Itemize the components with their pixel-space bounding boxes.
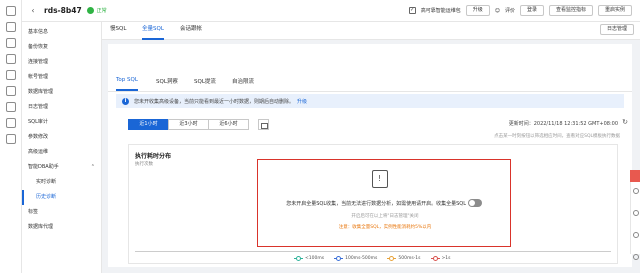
info-icon: i bbox=[122, 97, 129, 105]
tab-session-tracking[interactable]: 会话跟帐 bbox=[180, 22, 202, 40]
diagnosis-tabs: 慢SQL 全量SQL 会话跟帐 日志管理 bbox=[102, 22, 640, 40]
server-icon[interactable] bbox=[5, 54, 16, 64]
legend-marker bbox=[294, 256, 303, 261]
enable-full-sql-popup: 您未开启全量SQL收集，当前无法进行数据分析，如需使用请开启。收集全量SQL 开… bbox=[257, 159, 511, 247]
popup-note: 开启后可在以上将"日志管理"关闭 bbox=[351, 214, 419, 219]
login-button[interactable]: 登录 bbox=[519, 5, 544, 16]
rating-link[interactable]: 评价 bbox=[505, 7, 515, 14]
instance-header: ‹ rds-8b47 正常 ✓ 高可靠智能运维包 升级 ☺ 评价 登录 查看监控… bbox=[22, 0, 640, 22]
sidebar-item-dba-assistant[interactable]: 智能DBA助手 ⌃ bbox=[22, 160, 101, 175]
tab-auto-throttle[interactable]: 自治限流 bbox=[232, 77, 254, 91]
feedback-tab[interactable] bbox=[630, 170, 640, 182]
tab-sql-flow[interactable]: SQL提流 bbox=[194, 77, 216, 91]
notice-upgrade-link[interactable]: 升级 bbox=[297, 98, 307, 105]
smile-icon[interactable]: ☺ bbox=[495, 8, 500, 14]
network-icon[interactable] bbox=[5, 70, 16, 80]
sidebar-item-sql-audit[interactable]: SQL审计 bbox=[22, 115, 101, 130]
instance-name: rds-8b47 bbox=[44, 6, 82, 15]
refresh-icon[interactable]: ↻ bbox=[622, 118, 628, 126]
database-icon[interactable] bbox=[5, 38, 16, 48]
update-time: 更新时间：2022/11/18 12:31:52 GMT+08:00 bbox=[508, 121, 618, 127]
chevron-up-icon: ⌃ bbox=[90, 164, 95, 170]
app-window: ‹ rds-8b47 正常 ✓ 高可靠智能运维包 升级 ☺ 评价 登录 查看监控… bbox=[0, 0, 640, 273]
upgrade-notice: i 您未开收集高级设备，当前只能看到最近一小时数据，则期后自动删除。 升级 bbox=[116, 94, 624, 108]
instance-sidebar: 基本信息 备份恢复 连接管理 帐号管理 数据库管理 日志管理 SQL审计 参数修… bbox=[22, 22, 102, 273]
header-actions: ✓ 高可靠智能运维包 升级 ☺ 评价 登录 查看监控指标 重启实例 bbox=[408, 5, 632, 16]
sidebar-item-label: 智能DBA助手 bbox=[28, 164, 59, 170]
reliability-pack-checkbox[interactable]: ✓ bbox=[408, 7, 416, 14]
tab-top-sql[interactable]: Top SQL bbox=[116, 77, 138, 91]
latency-distribution-panel: 执行耗时分布 执行次数 您未开启全量SQL收集，当前无法进行数据分析，如需使用请… bbox=[128, 144, 618, 264]
range-1h-button[interactable]: 近1小时 bbox=[128, 119, 169, 130]
instance-status: 正常 bbox=[96, 8, 107, 14]
legend-item[interactable]: 500ms-1s bbox=[387, 256, 421, 261]
full-sql-card: Top SQL SQL洞察 SQL提流 自治限流 i 您未开收集高级设备，当前只… bbox=[108, 44, 632, 267]
global-nav-rail bbox=[0, 0, 22, 273]
view-monitor-button[interactable]: 查看监控指标 bbox=[548, 5, 593, 16]
sidebar-item-advanced-ops[interactable]: 高级运维 bbox=[22, 145, 101, 160]
tab-slow-sql[interactable]: 慢SQL bbox=[110, 22, 126, 40]
help-icon[interactable] bbox=[632, 188, 639, 194]
legend-label: >1s bbox=[441, 256, 451, 261]
storage-icon[interactable] bbox=[5, 86, 16, 96]
legend-label: 100ms-500ms bbox=[345, 256, 378, 261]
legend-marker bbox=[334, 256, 344, 261]
legend-marker bbox=[387, 256, 397, 261]
time-range-selector: 近1小时 近3小时 近6小时 bbox=[128, 119, 249, 130]
legend-label: 500ms-1s bbox=[398, 256, 421, 261]
main-content: 慢SQL 全量SQL 会话跟帐 日志管理 Top SQL SQL洞察 SQL提流… bbox=[102, 22, 640, 273]
chart-legend: <100ms 100ms-500ms 500ms-1s >1s bbox=[294, 256, 451, 261]
legend-item[interactable]: <100ms bbox=[294, 256, 324, 261]
range-hint: 点击某一时刻按钮以筛选相应时间，查看对应SQL模板执行数据 bbox=[494, 134, 620, 139]
top-icon[interactable] bbox=[632, 254, 639, 260]
chart-title: 执行耗时分布 bbox=[135, 153, 172, 160]
range-3h-button[interactable]: 近3小时 bbox=[168, 119, 209, 130]
floating-toolbar bbox=[630, 170, 640, 260]
sidebar-item-databases[interactable]: 数据库管理 bbox=[22, 85, 101, 100]
legend-item[interactable]: >1s bbox=[430, 256, 451, 261]
sidebar-item-logs[interactable]: 日志管理 bbox=[22, 100, 101, 115]
back-arrow-icon[interactable]: ‹ bbox=[28, 6, 38, 15]
sidebar-item-connection[interactable]: 连接管理 bbox=[22, 55, 101, 70]
document-alert-icon bbox=[372, 170, 388, 188]
sidebar-item-tags[interactable]: 标签 bbox=[22, 205, 101, 220]
service-list-icon[interactable] bbox=[5, 22, 16, 32]
sidebar-item-basic-info[interactable]: 基本信息 bbox=[22, 25, 101, 40]
home-icon[interactable] bbox=[5, 6, 16, 16]
security-icon[interactable] bbox=[5, 118, 16, 128]
sidebar-item-history-diagnosis[interactable]: 历史诊断 bbox=[22, 190, 101, 205]
popup-message: 您未开启全量SQL收集，当前无法进行数据分析，如需使用请开启。收集全量SQL bbox=[286, 201, 466, 207]
sidebar-item-db-proxy[interactable]: 数据库代理 bbox=[22, 220, 101, 235]
log-management-button[interactable]: 日志管理 bbox=[599, 24, 634, 35]
legend-marker bbox=[430, 256, 440, 261]
chart-x-axis bbox=[135, 251, 611, 252]
status-ok-icon bbox=[86, 7, 94, 14]
popup-warning: 注意：收集全量SQL，实例性能消耗约5%以内 bbox=[338, 225, 432, 230]
sidebar-item-accounts[interactable]: 帐号管理 bbox=[22, 70, 101, 85]
sidebar-item-realtime-diagnosis[interactable]: 实时诊断 bbox=[22, 175, 101, 190]
legend-item[interactable]: 100ms-500ms bbox=[334, 256, 377, 261]
calendar-icon[interactable] bbox=[258, 119, 269, 130]
reliability-pack-label: 高可靠智能运维包 bbox=[420, 8, 461, 14]
chat-icon[interactable] bbox=[632, 210, 639, 216]
range-6h-button[interactable]: 近6小时 bbox=[208, 119, 249, 130]
monitor-icon[interactable] bbox=[5, 102, 16, 112]
upgrade-button[interactable]: 升级 bbox=[465, 5, 490, 16]
full-sql-collection-toggle[interactable] bbox=[468, 199, 482, 207]
legend-label: <100ms bbox=[305, 256, 325, 261]
sidebar-item-backup[interactable]: 备份恢复 bbox=[22, 40, 101, 55]
sidebar-item-params[interactable]: 参数修改 bbox=[22, 130, 101, 145]
phone-icon[interactable] bbox=[632, 232, 639, 238]
chart-subtitle: 执行次数 bbox=[135, 162, 153, 167]
notice-text: 您未开收集高级设备，当前只能看到最近一小时数据，则期后自动删除。 bbox=[134, 98, 295, 105]
settings-icon[interactable] bbox=[5, 134, 16, 144]
tab-sql-insight[interactable]: SQL洞察 bbox=[156, 77, 178, 91]
sub-tabs-divider bbox=[108, 91, 632, 92]
restart-instance-button[interactable]: 重启实例 bbox=[597, 5, 632, 16]
tab-full-sql[interactable]: 全量SQL bbox=[142, 22, 164, 40]
